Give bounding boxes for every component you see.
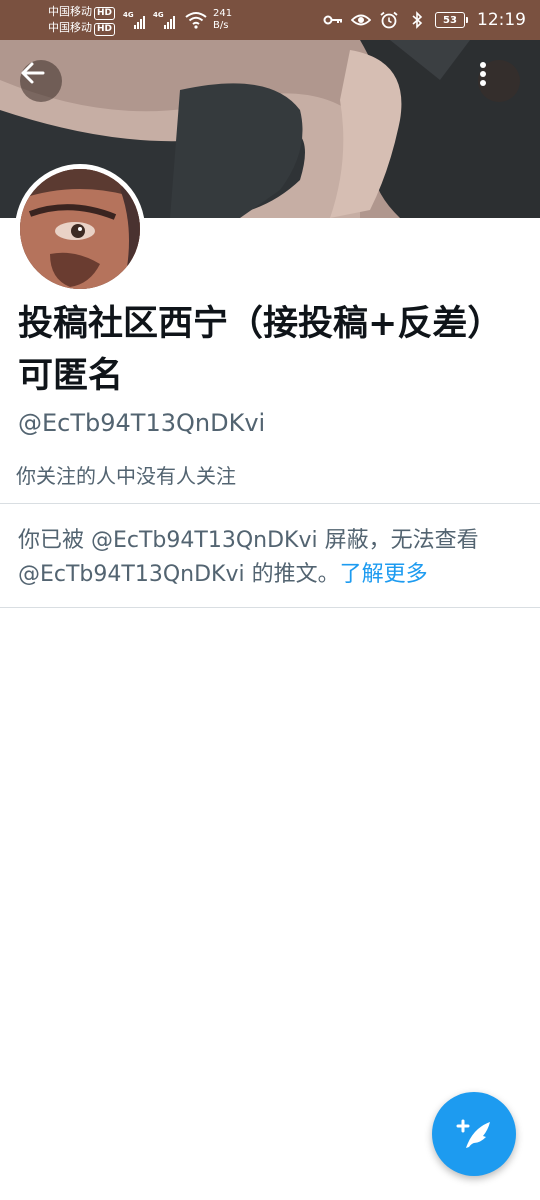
- status-time: 12:19: [477, 10, 526, 30]
- carrier-1-label: 中国移动: [48, 5, 92, 18]
- wifi-icon: [185, 12, 207, 29]
- compose-tweet-icon: [456, 1119, 490, 1148]
- eye-icon: [351, 14, 371, 26]
- profile-display-name: 投稿社区西宁（接投稿+反差）可匿名: [18, 304, 503, 396]
- avatar-image: [20, 169, 140, 289]
- hd-badge: HD: [94, 23, 116, 36]
- key-icon: [323, 15, 342, 25]
- divider: [0, 503, 540, 504]
- learn-more-link[interactable]: 了解更多: [340, 562, 428, 587]
- battery-icon: 53: [435, 12, 468, 28]
- hd-badge: HD: [94, 7, 116, 20]
- bluetooth-icon: [412, 11, 423, 29]
- network-speed-unit: B/s: [213, 20, 229, 31]
- carrier-info: 中国移动 HD 中国移动 HD: [48, 4, 116, 36]
- back-button[interactable]: [20, 60, 62, 102]
- followers-you-know[interactable]: 你关注的人中没有人关注: [16, 462, 236, 490]
- blocked-notice: 你已被 @EcTb94T13QnDKvi 屏蔽，无法查看 @EcTb94T13Q…: [18, 524, 523, 592]
- network-speed-value: 241: [213, 8, 233, 19]
- compose-tweet-button[interactable]: [432, 1092, 516, 1176]
- network-type-label: 4G: [153, 11, 164, 19]
- status-bar: 中国移动 HD 中国移动 HD 4G 4G 241 B/s 53 12:19: [0, 0, 540, 40]
- signal-strength-icon: 4G: [123, 11, 146, 29]
- signal-strength-icon: 4G: [153, 11, 176, 29]
- more-vertical-icon: [480, 62, 486, 86]
- signal-indicators: 4G 4G: [123, 11, 176, 29]
- battery-level: 53: [443, 14, 457, 26]
- profile-handle: @EcTb94T13QnDKvi: [18, 409, 266, 437]
- network-speed: 241 B/s: [213, 8, 232, 32]
- more-options-button[interactable]: [478, 60, 520, 102]
- status-icons: 53 12:19: [323, 10, 526, 30]
- arrow-left-icon: [21, 62, 45, 84]
- network-type-label: 4G: [123, 11, 134, 19]
- divider: [0, 607, 540, 608]
- avatar[interactable]: [15, 164, 145, 294]
- alarm-icon: [380, 11, 398, 29]
- carrier-2-label: 中国移动: [48, 21, 92, 34]
